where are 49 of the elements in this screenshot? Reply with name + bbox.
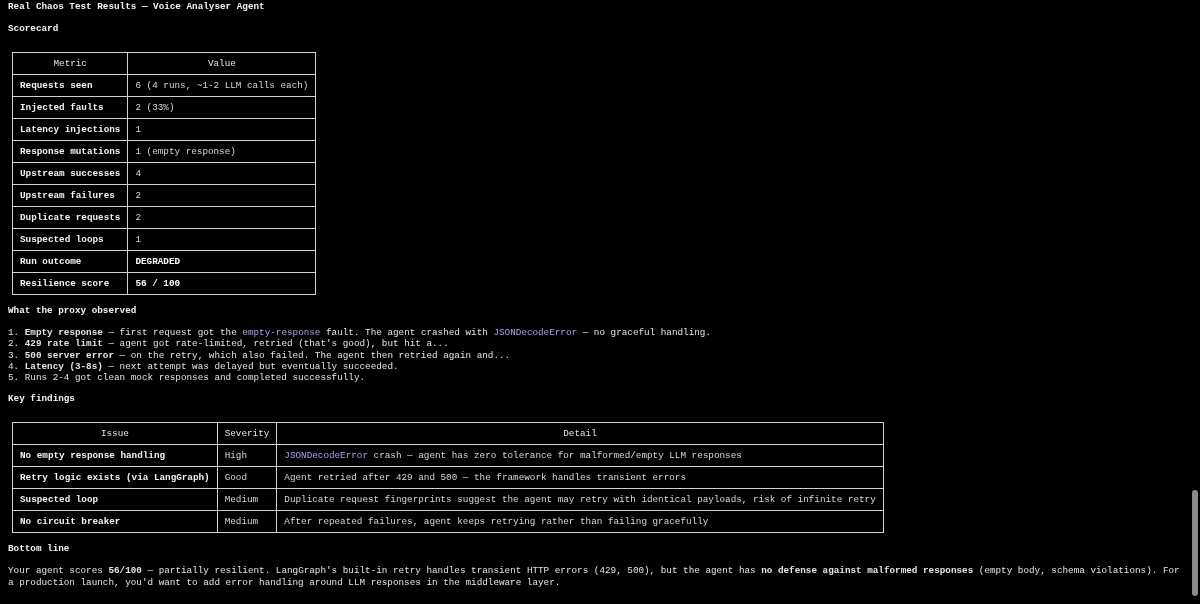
table-cell: Run outcome (12, 250, 128, 273)
section-heading: Bottom line (8, 543, 71, 556)
table-cell: 6 (4 runs, ~1-2 LLM calls each) (127, 74, 316, 97)
list-item: 3. 500 server error — on the retry, which also failed. The agent then retried again and... (8, 349, 512, 361)
column-header: Value (127, 52, 316, 75)
table-cell: 2 (33%) (127, 96, 316, 119)
table-cell: 1 (empty response) (127, 140, 316, 163)
table-cell: Retry logic exists (via LangGraph) (12, 467, 218, 489)
table-cell: Requests seen (12, 74, 128, 97)
section-heading: Scorecard (8, 23, 60, 35)
table-cell: High (217, 445, 277, 467)
table-cell: Suspected loop (12, 489, 218, 511)
table-cell: Duplicate request fingerprints suggest the agent may retry with identical payloads, risk of infinite retry (276, 489, 884, 511)
table-cell: Medium (217, 511, 277, 533)
table-cell: Response mutations (12, 140, 128, 163)
table-cell: Injected faults (12, 96, 128, 119)
table-cell: Resilience score (12, 272, 128, 295)
column-header: Metric (12, 52, 128, 75)
summary-paragraph: Your agent scores 56/100 — partially resilient. LangGraph's built-in retry handles transient HTTP errors (429, 500), but the agent has no defense against malformed responses (empty body, schema violations). For a production launch, you'd want to add error handling around LLM responses in the middleware layer. (8, 565, 1181, 590)
table-cell: JSONDecodeError crash — agent has zero tolerance for malformed/empty LLM responses (276, 445, 884, 467)
table-cell: No empty response handling (12, 445, 218, 467)
section-heading: What the proxy observed (8, 305, 138, 317)
table-cell: Agent retried after 429 and 500 — the framework handles transient errors (276, 467, 884, 489)
table-cell: 1 (127, 118, 316, 141)
scrollbar-thumb[interactable] (1192, 490, 1198, 596)
table-cell: 2 (127, 184, 316, 207)
table-cell: Medium (217, 489, 277, 511)
table-cell: 2 (127, 206, 316, 229)
table-cell: Latency injections (12, 118, 128, 141)
table-cell: Suspected loops (12, 228, 128, 251)
table-cell: 56 / 100 (127, 272, 316, 295)
section-heading: Key findings (8, 393, 76, 406)
list-item: 1. Empty response — first request got the empty-response fault. The agent crashed with JSONDecodeError — no graceful handling. (8, 327, 712, 339)
table-cell: Duplicate requests (12, 206, 128, 229)
column-header: Detail (276, 423, 884, 445)
table-cell: 1 (127, 228, 316, 251)
report-title: Real Chaos Test Results — Voice Analyser Agent (8, 1, 266, 13)
table-cell: After repeated failures, agent keeps retrying rather than failing gracefully (276, 511, 884, 533)
table-cell: No circuit breaker (12, 511, 218, 533)
column-header: Issue (12, 423, 218, 445)
table-cell: Upstream successes (12, 162, 128, 185)
list-item: 2. 429 rate limit — agent got rate-limited, retried (that's good), but hit a... (8, 338, 450, 350)
table-cell: Good (217, 467, 277, 489)
table-cell: DEGRADED (127, 250, 316, 273)
table-cell: Upstream failures (12, 184, 128, 207)
list-item: 4. Latency (3-8s) — next attempt was delayed but eventually succeeded. (8, 360, 400, 373)
list-item: 5. Runs 2-4 got clean mock responses and completed successfully. (8, 372, 367, 384)
table-cell: 4 (127, 162, 316, 185)
column-header: Severity (217, 423, 277, 445)
